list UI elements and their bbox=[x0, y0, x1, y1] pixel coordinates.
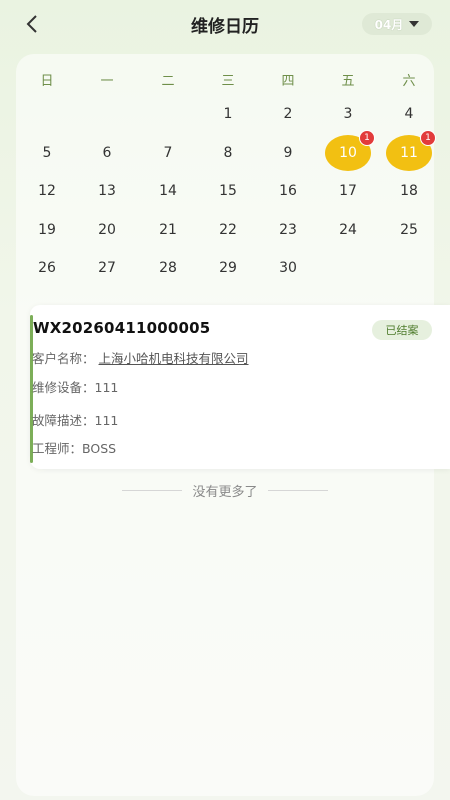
engineer-row: 工程师：BOSS bbox=[32, 438, 116, 457]
month-label: 04月 bbox=[374, 17, 404, 32]
day-number: 30 bbox=[279, 260, 297, 276]
order-number: WX20260411000005 bbox=[33, 319, 211, 337]
weekday-label: 六 bbox=[402, 74, 416, 89]
calendar-day[interactable]: 21 bbox=[143, 211, 193, 249]
caret-down-icon bbox=[409, 21, 420, 27]
calendar-day[interactable]: 17 bbox=[323, 172, 373, 210]
day-number: 19 bbox=[38, 222, 56, 238]
day-number: 8 bbox=[223, 145, 233, 161]
calendar-day[interactable]: 4 bbox=[384, 95, 434, 133]
day-number: 27 bbox=[98, 260, 116, 276]
status-badge: 已结案 bbox=[372, 320, 432, 340]
month-selector[interactable]: 04月 bbox=[362, 13, 432, 35]
calendar-day[interactable]: 22 bbox=[203, 211, 253, 249]
day-number: 29 bbox=[219, 260, 237, 276]
customer-link[interactable]: 上海小哈机电科技有限公司 bbox=[99, 351, 249, 366]
weekday-label: 四 bbox=[281, 74, 295, 89]
engineer-value: BOSS bbox=[82, 441, 117, 456]
day-number: 13 bbox=[98, 183, 116, 199]
no-more-indicator: 没有更多了 bbox=[0, 482, 450, 500]
header: 维修日历 04月 bbox=[0, 0, 450, 50]
fault-row: 故障描述：111 bbox=[32, 410, 118, 429]
day-number: 21 bbox=[159, 222, 177, 238]
calendar-day[interactable]: 16 bbox=[263, 172, 313, 210]
calendar-day[interactable]: 1 bbox=[203, 95, 253, 133]
divider-left bbox=[122, 489, 183, 491]
device-row: 维修设备：111 bbox=[32, 377, 118, 396]
fault-label: 故障描述： bbox=[32, 413, 95, 428]
calendar-day[interactable]: 14 bbox=[143, 172, 193, 210]
calendar-day-marked[interactable]: 10 1 bbox=[325, 130, 375, 171]
calendar-day[interactable]: 13 bbox=[82, 172, 132, 210]
fault-value: 111 bbox=[94, 413, 119, 428]
calendar-day[interactable]: 3 bbox=[323, 95, 373, 133]
day-number: 24 bbox=[339, 222, 357, 238]
count-badge: 1 bbox=[359, 130, 375, 146]
day-number: 18 bbox=[400, 183, 418, 199]
day-number: 3 bbox=[343, 106, 353, 122]
calendar-day[interactable]: 2 bbox=[263, 95, 313, 133]
day-number: 10 bbox=[339, 145, 357, 161]
day-number: 15 bbox=[219, 183, 237, 199]
calendar-day[interactable]: 7 bbox=[143, 134, 193, 172]
calendar-day[interactable]: 26 bbox=[22, 249, 72, 287]
day-number: 4 bbox=[404, 106, 414, 122]
day-number: 25 bbox=[400, 222, 418, 238]
calendar-day[interactable]: 12 bbox=[22, 172, 72, 210]
order-card[interactable]: WX20260411000005 已结案 客户名称： 上海小哈机电科技有限公司 维… bbox=[30, 305, 450, 469]
calendar-day[interactable]: 29 bbox=[203, 249, 253, 287]
weekday-label: 日 bbox=[40, 74, 54, 89]
count-badge: 1 bbox=[420, 130, 436, 146]
day-number: 20 bbox=[98, 222, 116, 238]
calendar-day-marked[interactable]: 11 1 bbox=[386, 130, 436, 171]
day-number: 5 bbox=[42, 145, 52, 161]
weekday-label: 五 bbox=[341, 74, 355, 89]
calendar-day[interactable]: 18 bbox=[384, 172, 434, 210]
calendar-day[interactable]: 30 bbox=[263, 249, 313, 287]
calendar-day[interactable]: 20 bbox=[82, 211, 132, 249]
day-number: 23 bbox=[279, 222, 297, 238]
day-number: 22 bbox=[219, 222, 237, 238]
customer-row: 客户名称： 上海小哈机电科技有限公司 bbox=[32, 348, 249, 367]
day-number: 26 bbox=[38, 260, 56, 276]
calendar-day[interactable]: 5 bbox=[22, 134, 72, 172]
engineer-label: 工程师： bbox=[32, 441, 83, 456]
customer-label: 客户名称： bbox=[32, 351, 95, 366]
calendar-day[interactable]: 27 bbox=[82, 249, 132, 287]
weekday-label: 一 bbox=[100, 74, 114, 89]
calendar-day[interactable]: 8 bbox=[203, 134, 253, 172]
day-number: 2 bbox=[283, 106, 293, 122]
day-number: 7 bbox=[163, 145, 173, 161]
weekday-label: 三 bbox=[221, 74, 235, 89]
device-label: 维修设备： bbox=[32, 380, 95, 395]
calendar-day[interactable]: 6 bbox=[82, 134, 132, 172]
day-number: 12 bbox=[38, 183, 56, 199]
day-number: 11 bbox=[400, 145, 418, 161]
weekday-label: 二 bbox=[161, 74, 175, 89]
day-number: 6 bbox=[102, 145, 112, 161]
calendar-day[interactable]: 28 bbox=[143, 249, 193, 287]
weekday-header: 日一二三四五六 bbox=[17, 66, 439, 90]
no-more-text: 没有更多了 bbox=[192, 484, 258, 500]
day-number: 28 bbox=[159, 260, 177, 276]
calendar-day[interactable]: 9 bbox=[263, 134, 313, 172]
calendar-day[interactable]: 25 bbox=[384, 211, 434, 249]
day-number: 14 bbox=[159, 183, 177, 199]
device-value: 111 bbox=[94, 380, 119, 395]
divider-right bbox=[267, 489, 328, 491]
calendar-day[interactable]: 24 bbox=[323, 211, 373, 249]
day-number: 1 bbox=[223, 106, 233, 122]
day-number: 17 bbox=[339, 183, 357, 199]
day-number: 16 bbox=[279, 183, 297, 199]
calendar-day[interactable]: 15 bbox=[203, 172, 253, 210]
calendar-day[interactable]: 19 bbox=[22, 211, 72, 249]
day-number: 9 bbox=[283, 145, 293, 161]
calendar-day[interactable]: 23 bbox=[263, 211, 313, 249]
